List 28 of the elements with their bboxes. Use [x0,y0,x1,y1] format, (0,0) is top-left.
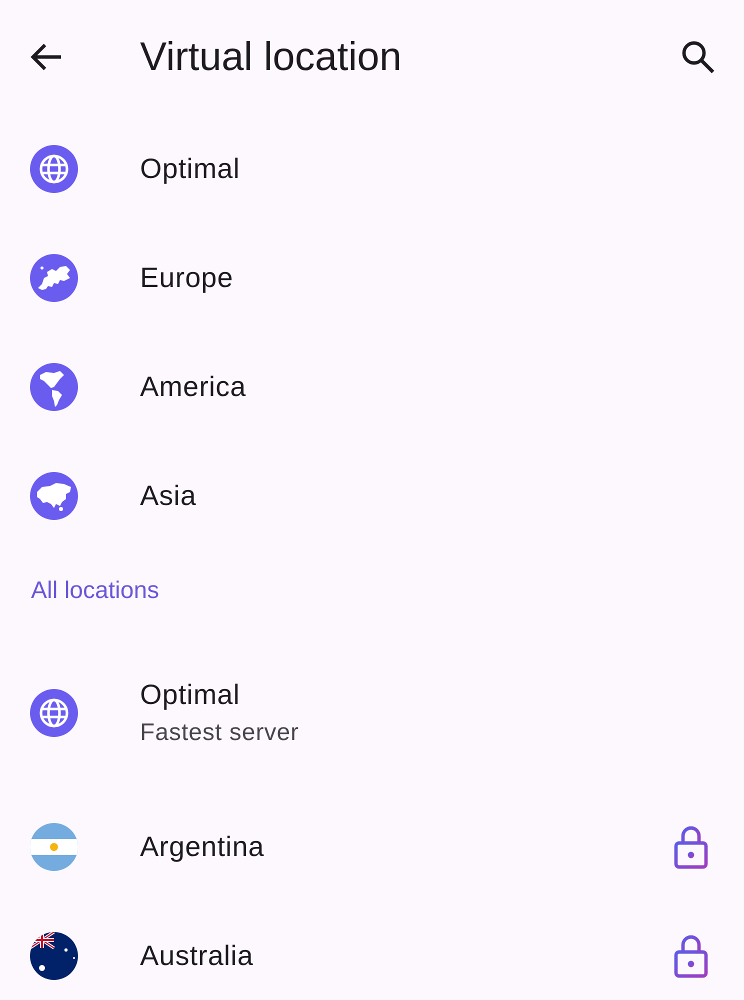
region-name: Asia [140,478,196,512]
flag-icon [30,932,78,980]
region-item[interactable]: Asia [0,441,744,550]
search-icon [681,40,715,74]
location-name: Argentina [140,830,266,864]
region-name: America [140,370,246,404]
section-header: All locations [31,576,160,606]
americas-map-icon [30,362,78,410]
location-item[interactable]: Argentina [0,792,744,901]
europe-map-icon [30,254,78,302]
globe-icon [30,689,78,737]
globe-icon [30,144,78,192]
page-title: Virtual location [140,37,403,77]
region-item[interactable]: Europe [0,223,744,332]
asia-map-icon [30,472,78,520]
lock-icon [674,934,708,978]
flag-icon [30,822,78,870]
location-item[interactable]: Australia [0,901,744,1000]
location-name: Optimal [140,678,241,712]
location-item[interactable]: Optimal Fastest server [0,632,744,792]
location-name: Australia [140,938,254,972]
location-subtitle: Fastest server [140,718,300,748]
lock-icon [674,824,708,868]
region-name: Europe [140,260,234,295]
region-item[interactable]: America [0,332,744,441]
region-item[interactable]: Optimal [0,114,744,223]
region-name: Optimal [140,152,240,186]
back-arrow-icon [29,42,63,72]
